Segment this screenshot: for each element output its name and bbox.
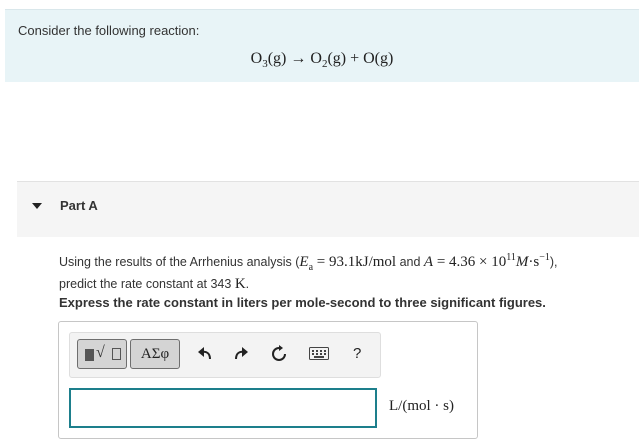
and-text: and xyxy=(396,255,424,269)
redo-icon[interactable] xyxy=(233,345,249,363)
math-toolbar: √ ΑΣφ ? xyxy=(69,332,381,378)
question-suffix: ), xyxy=(549,255,558,269)
answer-box: √ ΑΣφ ? L/(mol · s) xyxy=(58,321,478,439)
question-period: . xyxy=(245,277,250,291)
templates-button[interactable]: √ xyxy=(77,339,127,369)
reaction-arrow: → xyxy=(290,50,307,67)
plus-sign: + xyxy=(350,50,360,67)
product-1: O xyxy=(310,50,322,67)
undo-icon[interactable] xyxy=(197,345,213,363)
symbols-button[interactable]: ΑΣφ xyxy=(130,339,180,369)
part-a-header[interactable]: Part A xyxy=(17,181,639,237)
part-label: Part A xyxy=(60,198,98,213)
template-box-icon xyxy=(112,348,121,360)
activation-energy: Ea = 93.1kJ/mol xyxy=(299,254,397,273)
keyboard-icon[interactable] xyxy=(309,347,329,360)
question-text: Using the results of the Arrhenius analy… xyxy=(59,249,629,293)
question-prefix: Using the results of the Arrhenius analy… xyxy=(59,255,300,269)
rate-constant-input[interactable] xyxy=(69,388,377,428)
reactant: O xyxy=(250,50,263,67)
intro-text: Consider the following reaction: xyxy=(18,23,200,38)
instruction-text: Express the rate constant in liters per … xyxy=(59,295,546,310)
template-block-icon xyxy=(85,349,94,361)
problem-intro-panel: Consider the following reaction: O3(g) →… xyxy=(5,9,639,82)
reaction-equation: O3(g) → O2(g) + O(g) xyxy=(5,50,639,70)
help-button[interactable]: ? xyxy=(353,345,361,362)
reactant-state: (g) xyxy=(267,50,287,67)
temperature-unit: K xyxy=(234,276,246,292)
product-2: O(g) xyxy=(363,50,394,67)
product-1-state: (g) xyxy=(327,50,347,67)
reset-icon[interactable] xyxy=(270,345,288,363)
answer-units: L/(mol · s) xyxy=(389,398,454,414)
question-line-2: predict the rate constant at 343 xyxy=(59,277,235,291)
frequency-factor: A = 4.36 × 1011M·s−1 xyxy=(423,252,550,270)
collapse-caret-icon[interactable] xyxy=(32,203,42,209)
sqrt-icon: √ xyxy=(96,344,105,361)
